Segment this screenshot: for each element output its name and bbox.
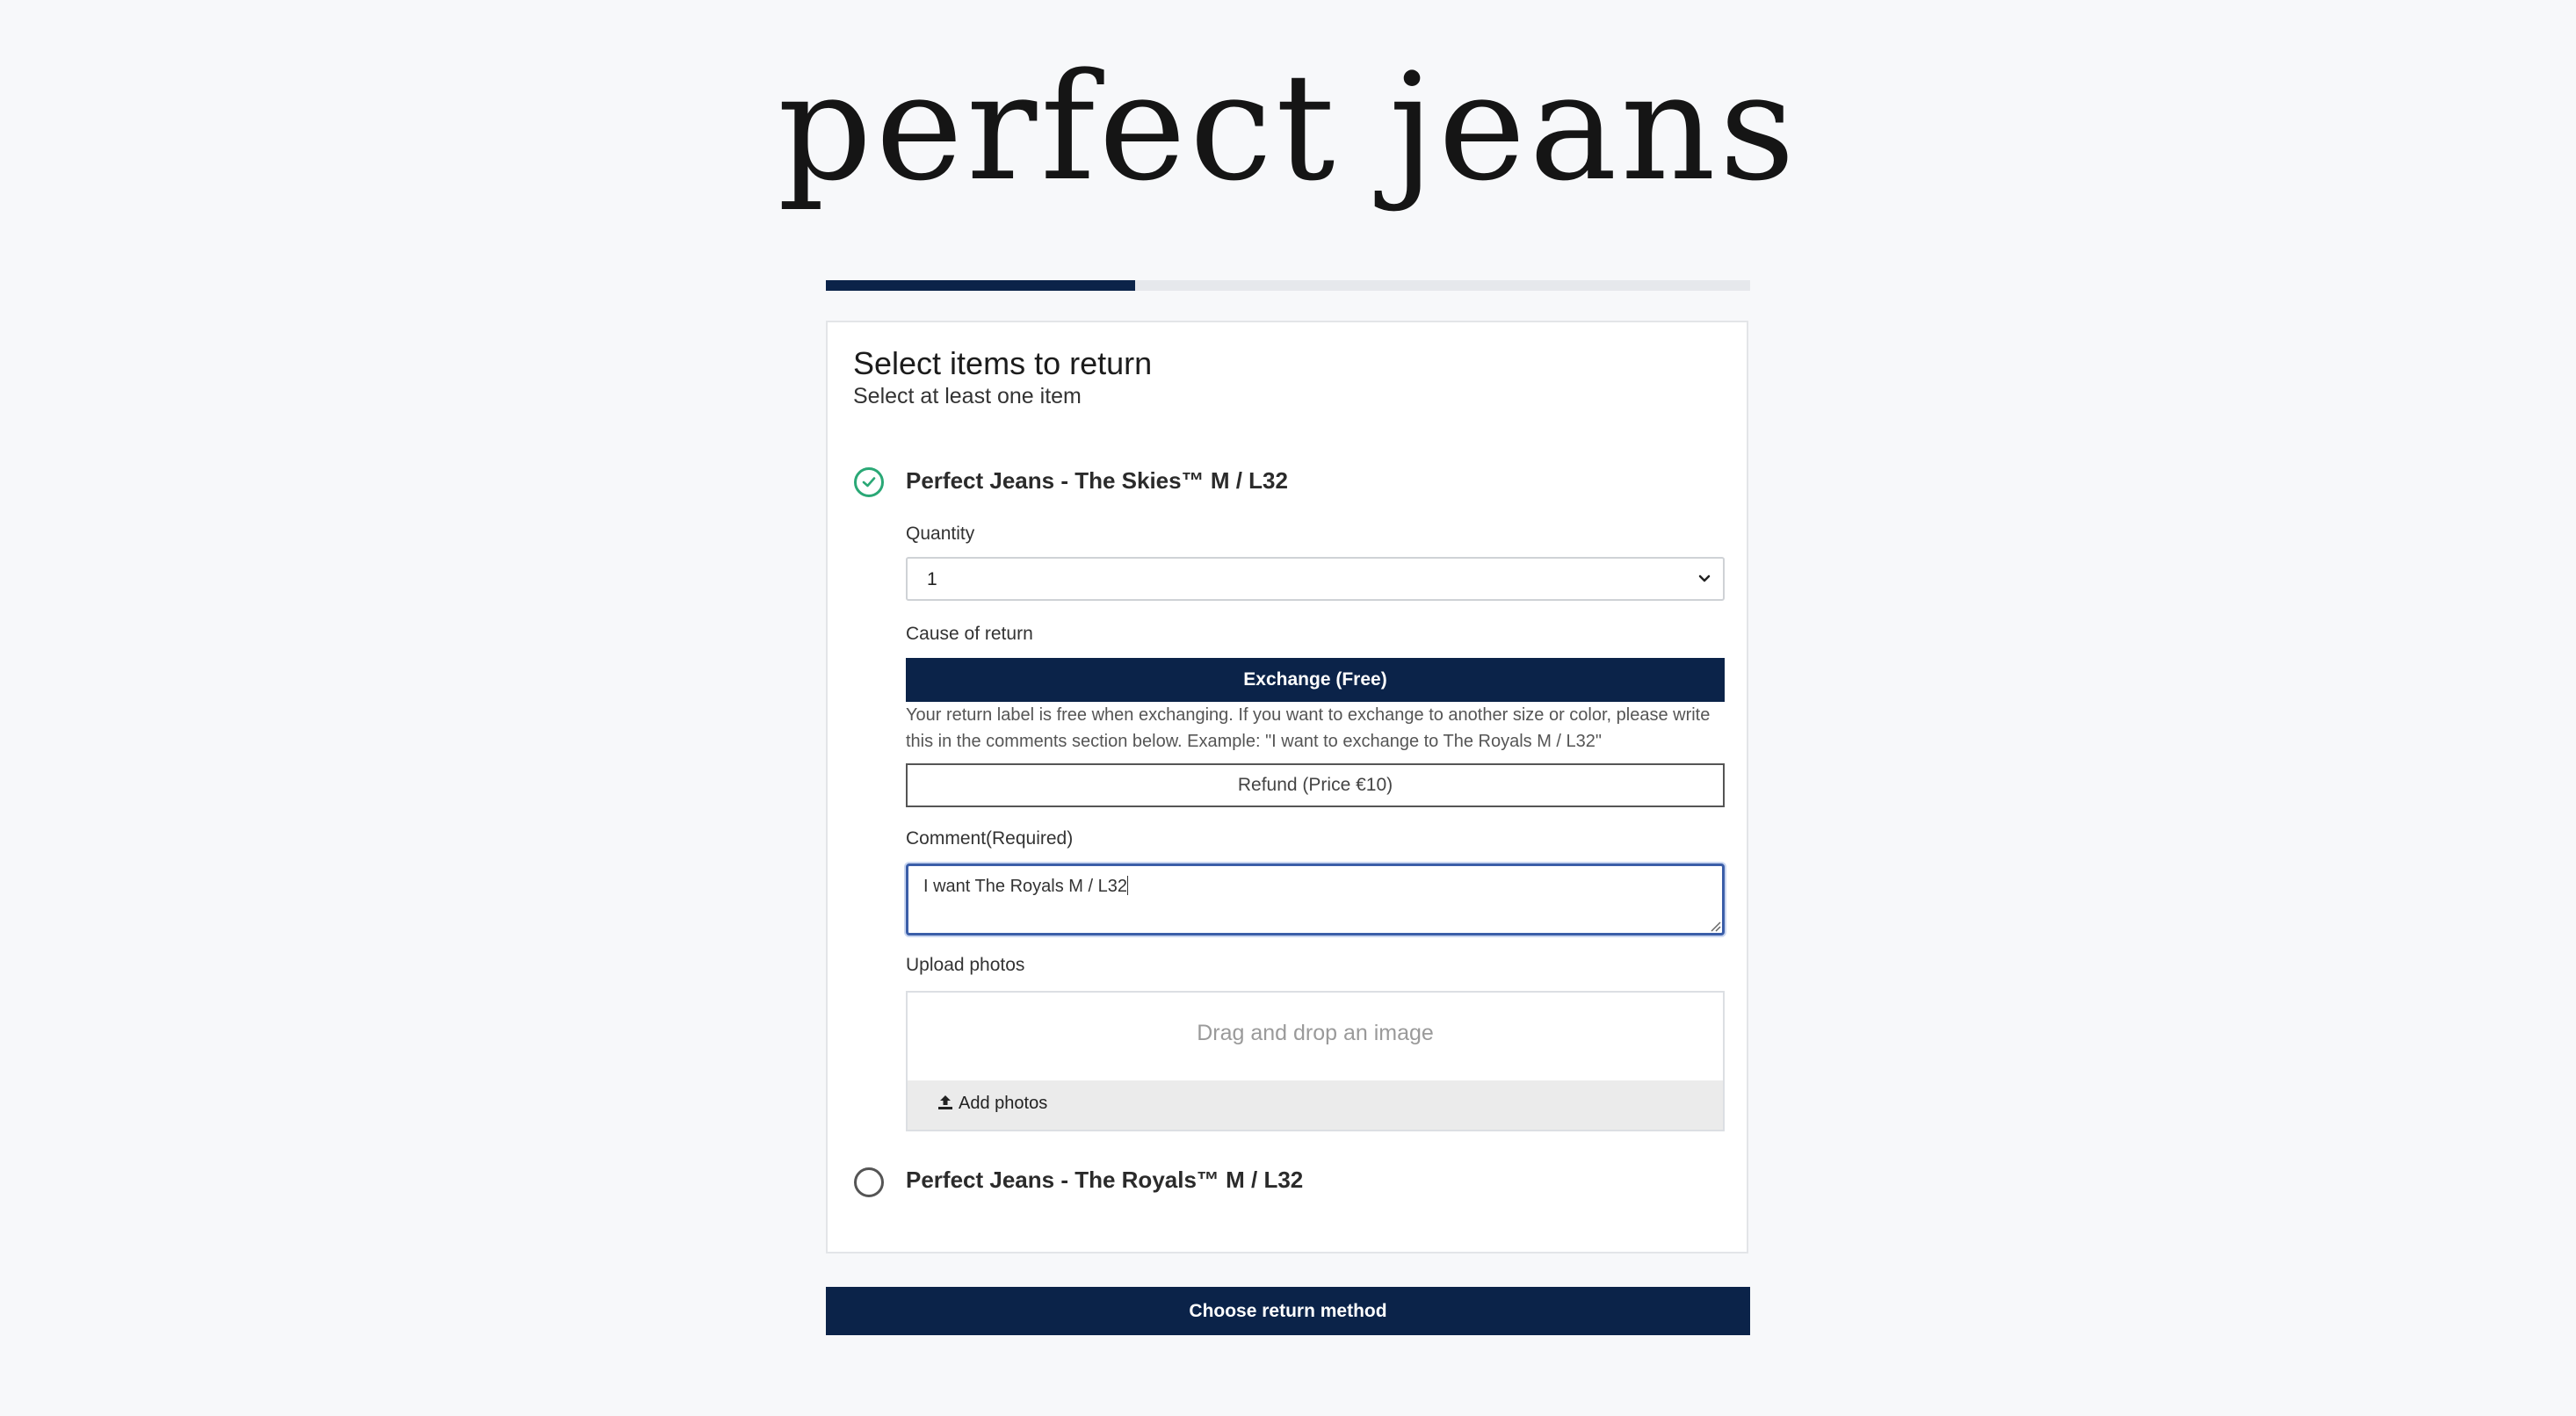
check-circle-icon <box>862 477 876 488</box>
quantity-select[interactable]: 1 <box>906 557 1725 601</box>
quantity-label: Quantity <box>906 524 975 544</box>
comment-text: I want The Royals M / L32 <box>923 877 1127 896</box>
exchange-option-button[interactable]: Exchange (Free) <box>906 658 1725 702</box>
form-subtitle: Select at least one item <box>853 384 1082 408</box>
cause-of-return-label: Cause of return <box>906 624 1033 644</box>
progress-bar-fill <box>826 280 1136 291</box>
comment-value: I want The Royals M / L32 <box>923 876 1128 897</box>
add-photos-button[interactable]: Add photos <box>937 1094 1047 1114</box>
item-name-royals[interactable]: Perfect Jeans - The Royals™ M / L32 <box>906 1167 1303 1194</box>
item-select-radio-royals[interactable] <box>854 1167 884 1197</box>
form-title: Select items to return <box>853 345 1153 381</box>
item-select-radio-skies[interactable] <box>854 467 884 497</box>
progress-bar <box>826 280 1750 291</box>
chevron-down-icon <box>1698 574 1711 582</box>
return-page: perfect jeans Select items to return Sel… <box>0 0 2576 1416</box>
upload-photos-label: Upload photos <box>906 955 1025 975</box>
upload-icon <box>938 1095 952 1109</box>
dropzone-text: Drag and drop an image <box>1197 1021 1434 1045</box>
resize-handle-icon[interactable] <box>1709 920 1721 932</box>
quantity-value: 1 <box>927 569 937 589</box>
comment-label: Comment(Required) <box>906 828 1074 849</box>
return-form-card: Select items to return Select at least o… <box>826 321 1748 1253</box>
item-name-skies[interactable]: Perfect Jeans - The Skies™ M / L32 <box>906 467 1288 495</box>
comment-textarea[interactable]: I want The Royals M / L32 <box>906 863 1725 936</box>
refund-option-button[interactable]: Refund (Price €10) <box>906 763 1725 807</box>
text-caret <box>1126 876 1128 895</box>
choose-return-method-button[interactable]: Choose return method <box>826 1287 1750 1335</box>
add-photos-label: Add photos <box>959 1094 1048 1113</box>
exchange-help-text: Your return label is free when exchangin… <box>906 705 1711 751</box>
upload-bar: Add photos <box>908 1080 1723 1130</box>
photo-dropzone[interactable]: Drag and drop an image Add photos <box>906 991 1725 1131</box>
brand-logo: perfect jeans <box>778 41 1798 213</box>
